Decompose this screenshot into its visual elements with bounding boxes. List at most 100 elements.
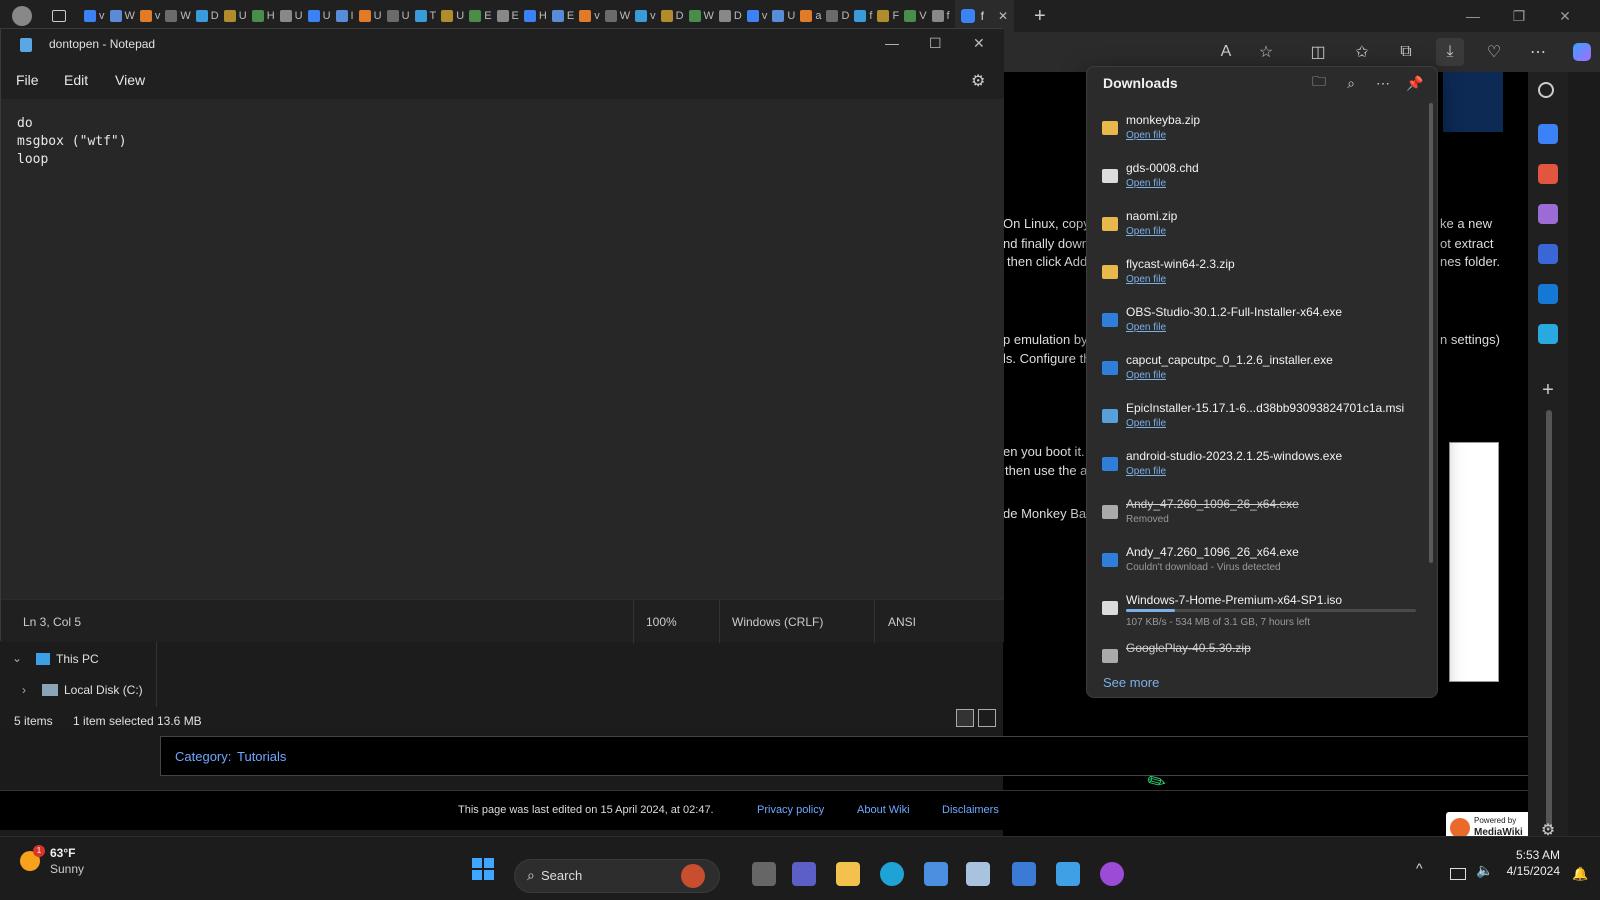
notepad-taskbar-icon[interactable] (1056, 862, 1080, 886)
browser-tab[interactable]: I (335, 10, 354, 22)
download-item[interactable]: gds-0008.chd Open file (1087, 153, 1427, 201)
notepad-maximize-button[interactable]: ☐ (929, 35, 942, 52)
tree-item-local-disk[interactable]: Local Disk (C:) (64, 683, 143, 697)
browser-tab[interactable]: W (604, 10, 630, 22)
sidebar-drop-icon[interactable] (1538, 324, 1558, 344)
task-view-icon[interactable] (752, 862, 776, 886)
browser-tab[interactable]: v (635, 10, 656, 22)
download-item[interactable]: android-studio-2023.2.1.25-windows.exe Op… (1087, 441, 1427, 489)
sidebar-search-icon[interactable] (1538, 82, 1554, 98)
download-item[interactable]: EpicInstaller-15.17.1-6...d38bb930938247… (1087, 393, 1427, 441)
browser-tab[interactable]: W (688, 10, 714, 22)
search-downloads-icon[interactable]: ⌕ (1339, 71, 1363, 95)
start-button[interactable] (472, 858, 494, 880)
more-menu-icon[interactable]: ⋯ (1524, 38, 1552, 66)
notification-bell-icon[interactable]: 🔔 (1572, 866, 1588, 882)
edge-icon[interactable] (880, 862, 904, 886)
browser-tab[interactable]: U (279, 10, 303, 22)
favorite-star-icon[interactable]: ☆ (1252, 38, 1280, 66)
minimize-button[interactable]: — (1450, 0, 1496, 32)
open-folder-icon[interactable]: 🗀 (1307, 71, 1331, 95)
browser-tab[interactable]: v (746, 10, 767, 22)
weather-condition[interactable]: Sunny (50, 862, 84, 876)
favorites-icon[interactable]: ✩ (1348, 38, 1376, 66)
teams-icon[interactable] (792, 862, 816, 886)
page-scrollbar[interactable] (1546, 410, 1552, 830)
browser-tab[interactable]: U (358, 10, 382, 22)
show-hidden-icons[interactable]: ^ (1416, 860, 1423, 876)
open-file-link[interactable]: Open file (1126, 130, 1166, 141)
browser-tab[interactable]: F (877, 10, 899, 22)
sidebar-games-icon[interactable] (1538, 204, 1558, 224)
settings-gear-icon[interactable]: ⚙ (971, 71, 985, 91)
file-explorer-icon[interactable] (836, 862, 860, 886)
tiles-view-button[interactable] (978, 709, 996, 727)
more-options-icon[interactable]: ⋯ (1371, 71, 1395, 95)
browser-tab[interactable]: D (195, 10, 219, 22)
browser-tab[interactable]: U (772, 10, 795, 22)
browser-tab[interactable]: V (904, 10, 927, 22)
copilot-icon[interactable] (1568, 38, 1596, 66)
split-screen-icon[interactable]: ◫ (1304, 38, 1332, 66)
details-view-button[interactable] (956, 709, 974, 727)
menu-edit[interactable]: Edit (64, 72, 88, 88)
disclaimers-link[interactable]: Disclaimers (942, 804, 999, 816)
close-window-button[interactable]: ✕ (1542, 0, 1588, 32)
browser-tab[interactable]: H (523, 10, 547, 22)
new-tab-button[interactable]: + (1034, 5, 1046, 28)
browser-tab[interactable]: H (251, 10, 275, 22)
expand-chevron-icon[interactable]: ⌄ (12, 651, 22, 665)
open-file-link[interactable]: Open file (1126, 226, 1166, 237)
browser-tab[interactable]: U (386, 10, 410, 22)
app-icon[interactable] (1012, 862, 1036, 886)
category-link[interactable]: Tutorials (237, 749, 286, 764)
browser-tab[interactable]: f (854, 10, 872, 22)
browser-tab[interactable]: D (660, 10, 684, 22)
browser-tab[interactable]: v (139, 10, 160, 22)
download-item[interactable]: Windows-7-Home-Premium-x64-SP1.iso 107 KB… (1087, 585, 1427, 633)
collections-icon[interactable]: ⧉ (1392, 38, 1420, 66)
sidebar-shopping-icon[interactable] (1538, 124, 1558, 144)
notepad-close-button[interactable]: ✕ (973, 35, 985, 52)
browser-tab[interactable]: v (579, 10, 600, 22)
tree-item-this-pc[interactable]: This PC (56, 652, 99, 666)
pin-icon[interactable]: 📌 (1403, 71, 1427, 95)
downloads-scrollbar[interactable] (1429, 103, 1433, 563)
browser-tab[interactable]: W (165, 10, 191, 22)
open-file-link[interactable]: Open file (1126, 418, 1166, 429)
browser-tab[interactable]: T (414, 10, 436, 22)
browser-tab[interactable]: W (109, 10, 135, 22)
sidebar-copilot-icon[interactable] (1538, 244, 1558, 264)
weather-temp[interactable]: 63°F (50, 846, 75, 860)
about-wiki-link[interactable]: About Wiki (857, 804, 910, 816)
privacy-policy-link[interactable]: Privacy policy (757, 804, 824, 816)
virtualbox-icon[interactable] (966, 862, 990, 886)
menu-file[interactable]: File (16, 72, 39, 88)
open-file-link[interactable]: Open file (1126, 322, 1166, 333)
taskbar-search[interactable]: ⌕ Search (514, 859, 720, 893)
browser-tab[interactable]: U (307, 10, 331, 22)
clock-time[interactable]: 5:53 AM (1508, 848, 1560, 862)
sidebar-add-icon[interactable]: + (1538, 380, 1558, 400)
sidebar-outlook-icon[interactable] (1538, 284, 1558, 304)
notepad-text-area[interactable]: do msgbox ("wtf") loop (1, 99, 1004, 599)
see-more-link[interactable]: See more (1103, 675, 1159, 690)
sidebar-tools-icon[interactable] (1538, 164, 1558, 184)
open-file-link[interactable]: Open file (1126, 274, 1166, 285)
tab-close-icon[interactable]: ✕ (998, 9, 1008, 23)
download-item[interactable]: GooglePlay-40.5.30.zip (1087, 633, 1427, 681)
download-item[interactable]: OBS-Studio-30.1.2-Full-Installer-x64.exe… (1087, 297, 1427, 345)
downloads-icon[interactable]: ⤓ (1436, 38, 1464, 66)
browser-tab[interactable]: U (441, 10, 464, 22)
collapse-chevron-icon[interactable]: › (22, 683, 26, 697)
browser-tab[interactable]: U (223, 10, 247, 22)
download-item[interactable]: capcut_capcutpc_0_1.2.6_installer.exe Ope… (1087, 345, 1427, 393)
browser-tab[interactable]: E (551, 10, 574, 22)
maximize-button[interactable]: ❐ (1496, 0, 1542, 32)
download-item[interactable]: flycast-win64-2.3.zip Open file (1087, 249, 1427, 297)
display-icon[interactable] (1450, 868, 1466, 880)
open-file-link[interactable]: Open file (1126, 178, 1166, 189)
download-item[interactable]: monkeyba.zip Open file (1087, 105, 1427, 153)
browser-tab[interactable]: v (84, 10, 105, 22)
browser-tab[interactable]: f (931, 10, 950, 22)
